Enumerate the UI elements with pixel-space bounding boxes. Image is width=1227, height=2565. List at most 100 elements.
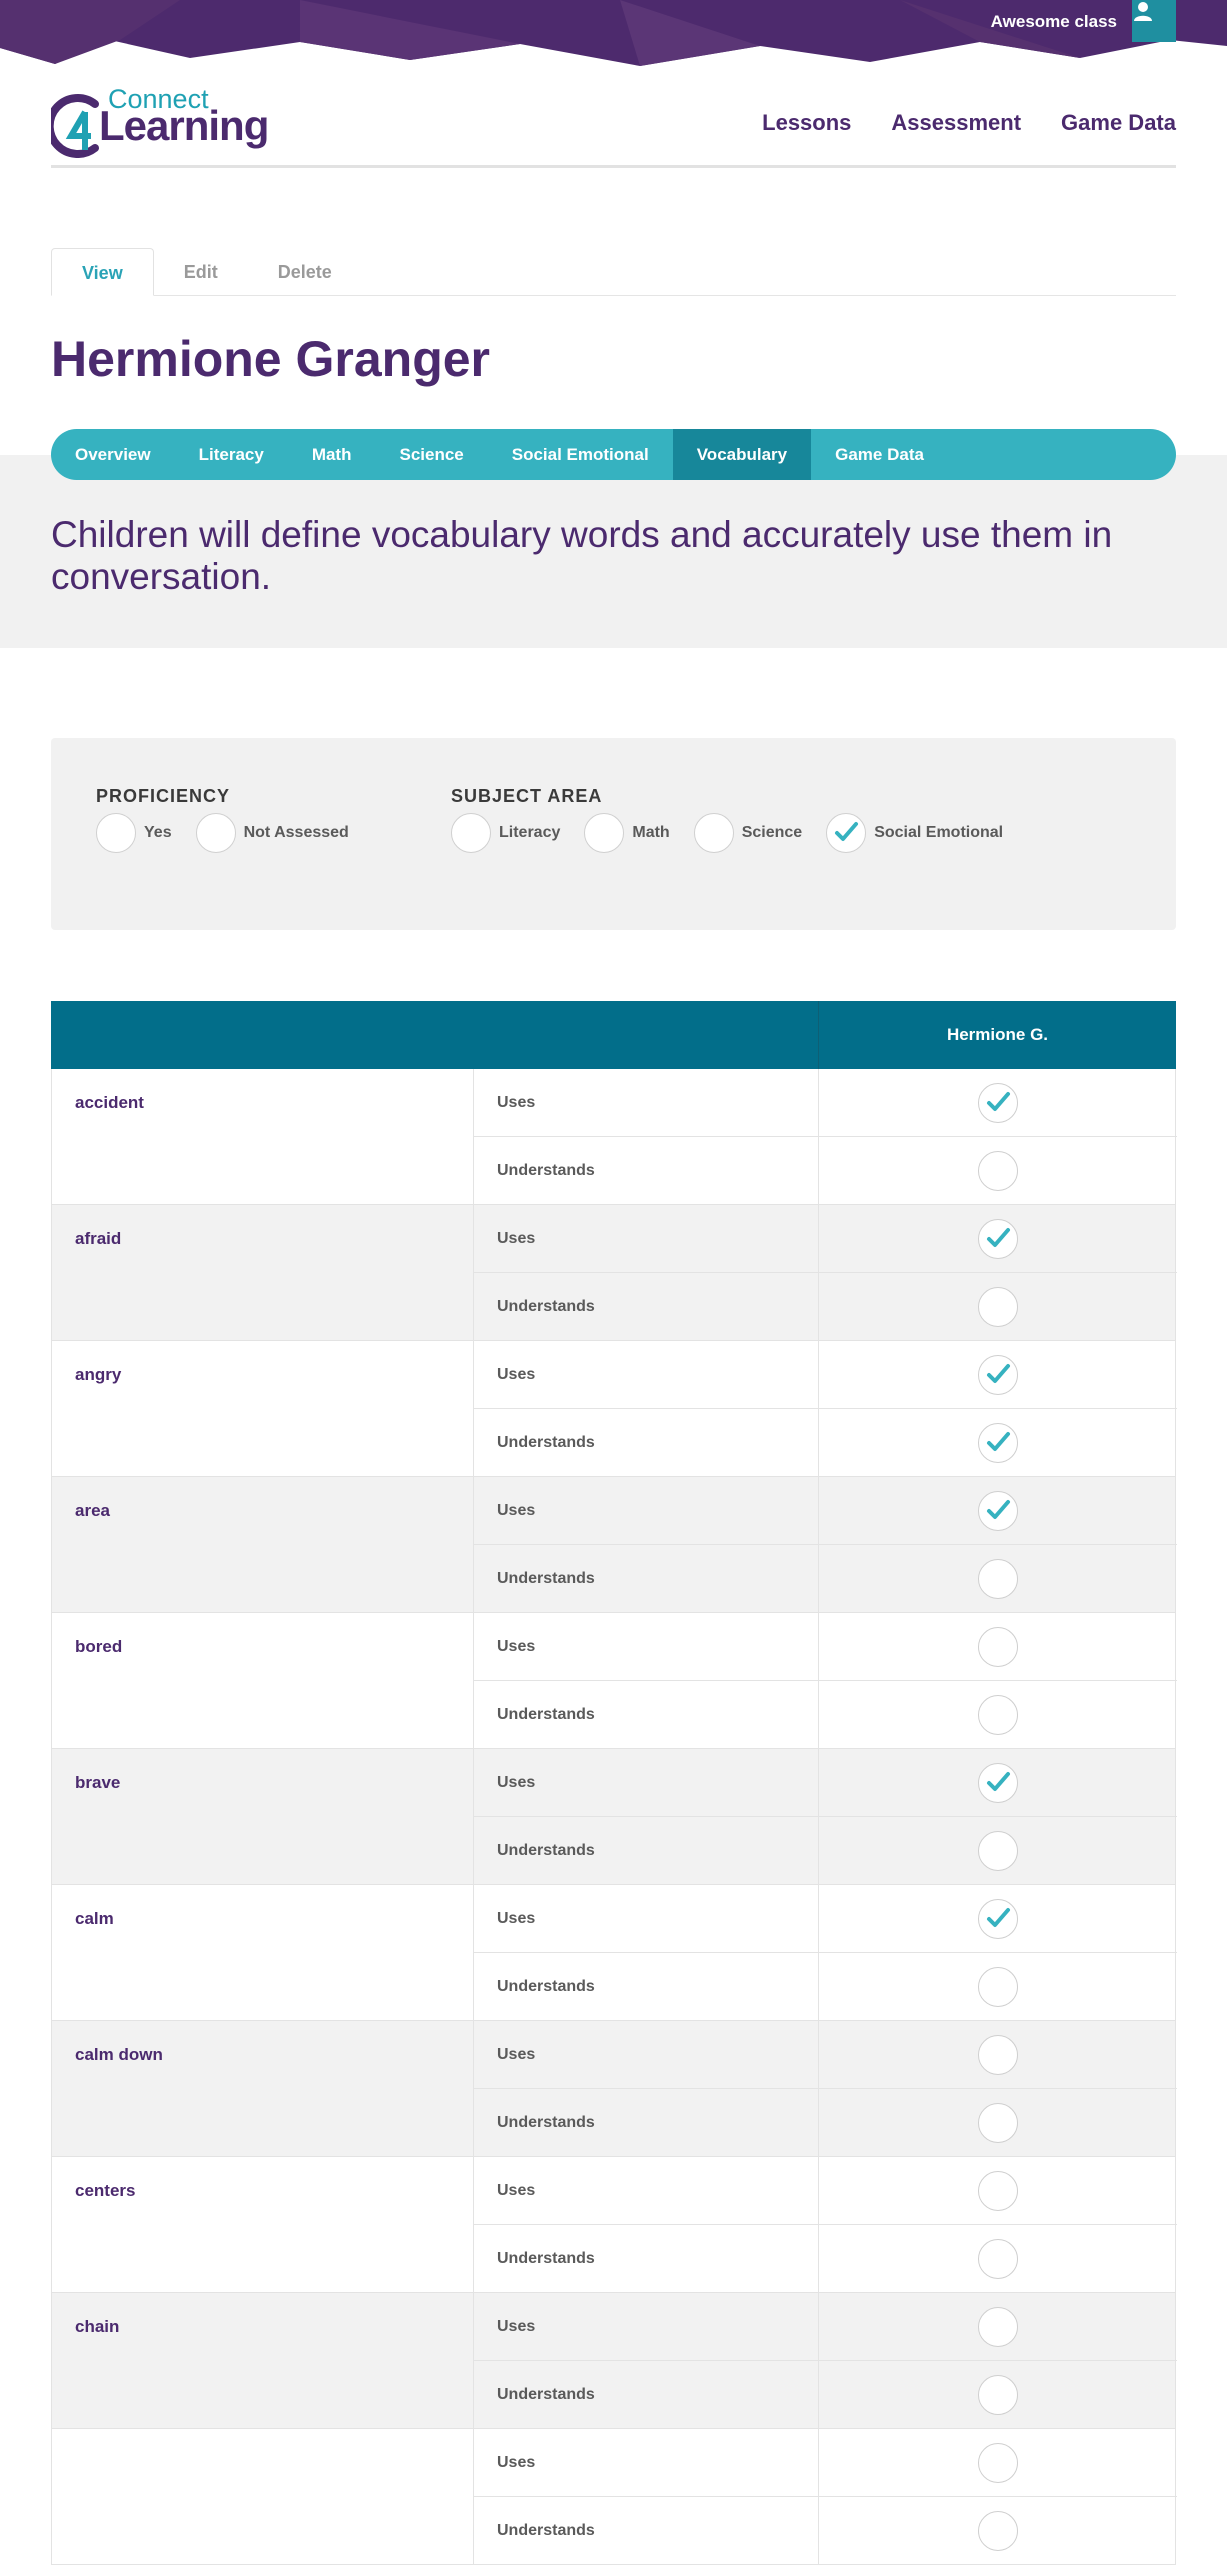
subject-tab-game-data[interactable]: Game Data [811,429,948,480]
uses-subrow: Uses [474,1885,1177,1953]
table-row: chain Uses Understands [51,2293,1177,2429]
understands-checkbox[interactable] [978,1287,1018,1327]
subject-tab-social-emotional[interactable]: Social Emotional [488,429,673,480]
subject-area-title: SUBJECT AREA [451,786,603,806]
uses-checkbox[interactable] [978,1355,1018,1395]
vocabulary-word: centers [75,2181,136,2200]
understands-label: Understands [497,2250,595,2267]
filter-option[interactable]: Math [584,813,670,853]
filter-option[interactable]: Literacy [451,813,560,853]
assessment-cell [818,1137,1177,1205]
assessment-cell [818,1273,1177,1341]
table-row: bored Uses Understands [51,1613,1177,1749]
uses-label: Uses [497,2454,536,2471]
understands-subrow: Understands [474,1681,1177,1749]
understands-checkbox[interactable] [978,1967,1018,2007]
tab-edit[interactable]: Edit [154,248,248,296]
table-header: Hermione G. [51,1001,1176,1069]
assessment-cell [818,2021,1177,2089]
understands-label: Understands [497,1706,595,1723]
uses-checkbox[interactable] [978,1219,1018,1259]
vocabulary-word: accident [75,1093,144,1112]
checkmark-icon [835,822,859,841]
filter-checkbox[interactable] [96,813,136,853]
vocabulary-word: bored [75,1637,123,1656]
vocabulary-word: calm down [75,2045,163,2064]
understands-checkbox[interactable] [978,1695,1018,1735]
understands-label: Understands [497,2522,595,2539]
understands-checkbox[interactable] [978,2375,1018,2415]
assessment-cell [818,2429,1177,2497]
subject-tab-literacy[interactable]: Literacy [175,429,288,480]
uses-subrow: Uses [474,1749,1177,1817]
class-name[interactable]: Awesome class [991,12,1117,32]
uses-checkbox[interactable] [978,1763,1018,1803]
filter-option[interactable]: Not Assessed [195,813,349,853]
tab-delete[interactable]: Delete [248,248,362,296]
intro-text: Children will define vocabulary words an… [51,514,1113,597]
filter-option[interactable]: Yes [96,813,172,853]
assessment-cell [818,2157,1177,2225]
understands-checkbox[interactable] [978,2511,1018,2551]
filter-checkbox[interactable] [195,813,236,853]
filter-checkbox[interactable] [451,813,491,853]
uses-subrow: Uses [474,2021,1177,2089]
understands-checkbox[interactable] [978,1151,1018,1191]
user-menu-button[interactable] [1132,0,1176,42]
filter-checkbox[interactable] [693,813,734,853]
uses-checkbox[interactable] [978,1083,1018,1123]
top-banner: Awesome class [0,0,1227,68]
uses-checkbox[interactable] [978,2307,1018,2347]
uses-checkbox[interactable] [978,2035,1018,2075]
user-icon [1134,2,1152,21]
understands-checkbox[interactable] [978,2103,1018,2143]
checkmark-icon [987,1772,1010,1791]
filter-option-label: Not Assessed [243,824,349,841]
subject-tab-vocabulary[interactable]: Vocabulary [672,429,812,480]
uses-checkbox[interactable] [978,2171,1018,2211]
filter-checkbox[interactable] [826,813,867,853]
understands-label: Understands [497,2114,595,2131]
main-nav: Lessons Assessment Game Data [762,110,1176,136]
subject-tab-overview[interactable]: Overview [51,429,175,480]
filter-option-label: Social Emotional [874,824,1004,841]
word-cell: centers [52,2157,474,2293]
assessment-cell [818,1885,1177,1953]
filter-option-label: Literacy [499,824,561,841]
filter-checkbox[interactable] [584,813,625,853]
word-cell: accident [52,1069,474,1205]
uses-checkbox[interactable] [978,1627,1018,1667]
table-row: brave Uses Understands [51,1749,1177,1885]
assessment-cell [818,1681,1177,1749]
vocabulary-word: angry [75,1365,122,1384]
nav-assessment[interactable]: Assessment [891,110,1021,136]
logo-learning-text: Learning [99,102,269,149]
table-row: area Uses Understands [51,1477,1177,1613]
uses-checkbox[interactable] [978,2443,1018,2483]
checkmark-icon [987,1364,1010,1383]
understands-checkbox[interactable] [978,2239,1018,2279]
understands-checkbox[interactable] [978,1423,1018,1463]
understands-checkbox[interactable] [978,1559,1018,1599]
subject-tab-math[interactable]: Math [288,429,376,480]
understands-label: Understands [497,1570,595,1587]
understands-subrow: Understands [474,2497,1177,2565]
filter-option[interactable]: Science [693,813,803,853]
nav-lessons[interactable]: Lessons [762,110,851,136]
uses-label: Uses [497,1638,536,1655]
uses-label: Uses [497,2046,536,2063]
subject-tab-science[interactable]: Science [375,429,487,480]
nav-game-data[interactable]: Game Data [1061,110,1176,136]
logo[interactable]: Connect Learning [51,80,281,160]
uses-checkbox[interactable] [978,1491,1018,1531]
table-row: accident Uses Understands [51,1069,1177,1205]
understands-checkbox[interactable] [978,1831,1018,1871]
uses-checkbox[interactable] [978,1899,1018,1939]
tab-view[interactable]: View [51,248,154,296]
assessment-cell [818,1477,1177,1545]
assessment-cell [818,1069,1177,1137]
checkmark-icon [987,1500,1010,1519]
assessment-cell [818,1341,1177,1409]
filter-option[interactable]: Social Emotional [826,813,1003,853]
filter-option-label: Science [741,824,803,841]
